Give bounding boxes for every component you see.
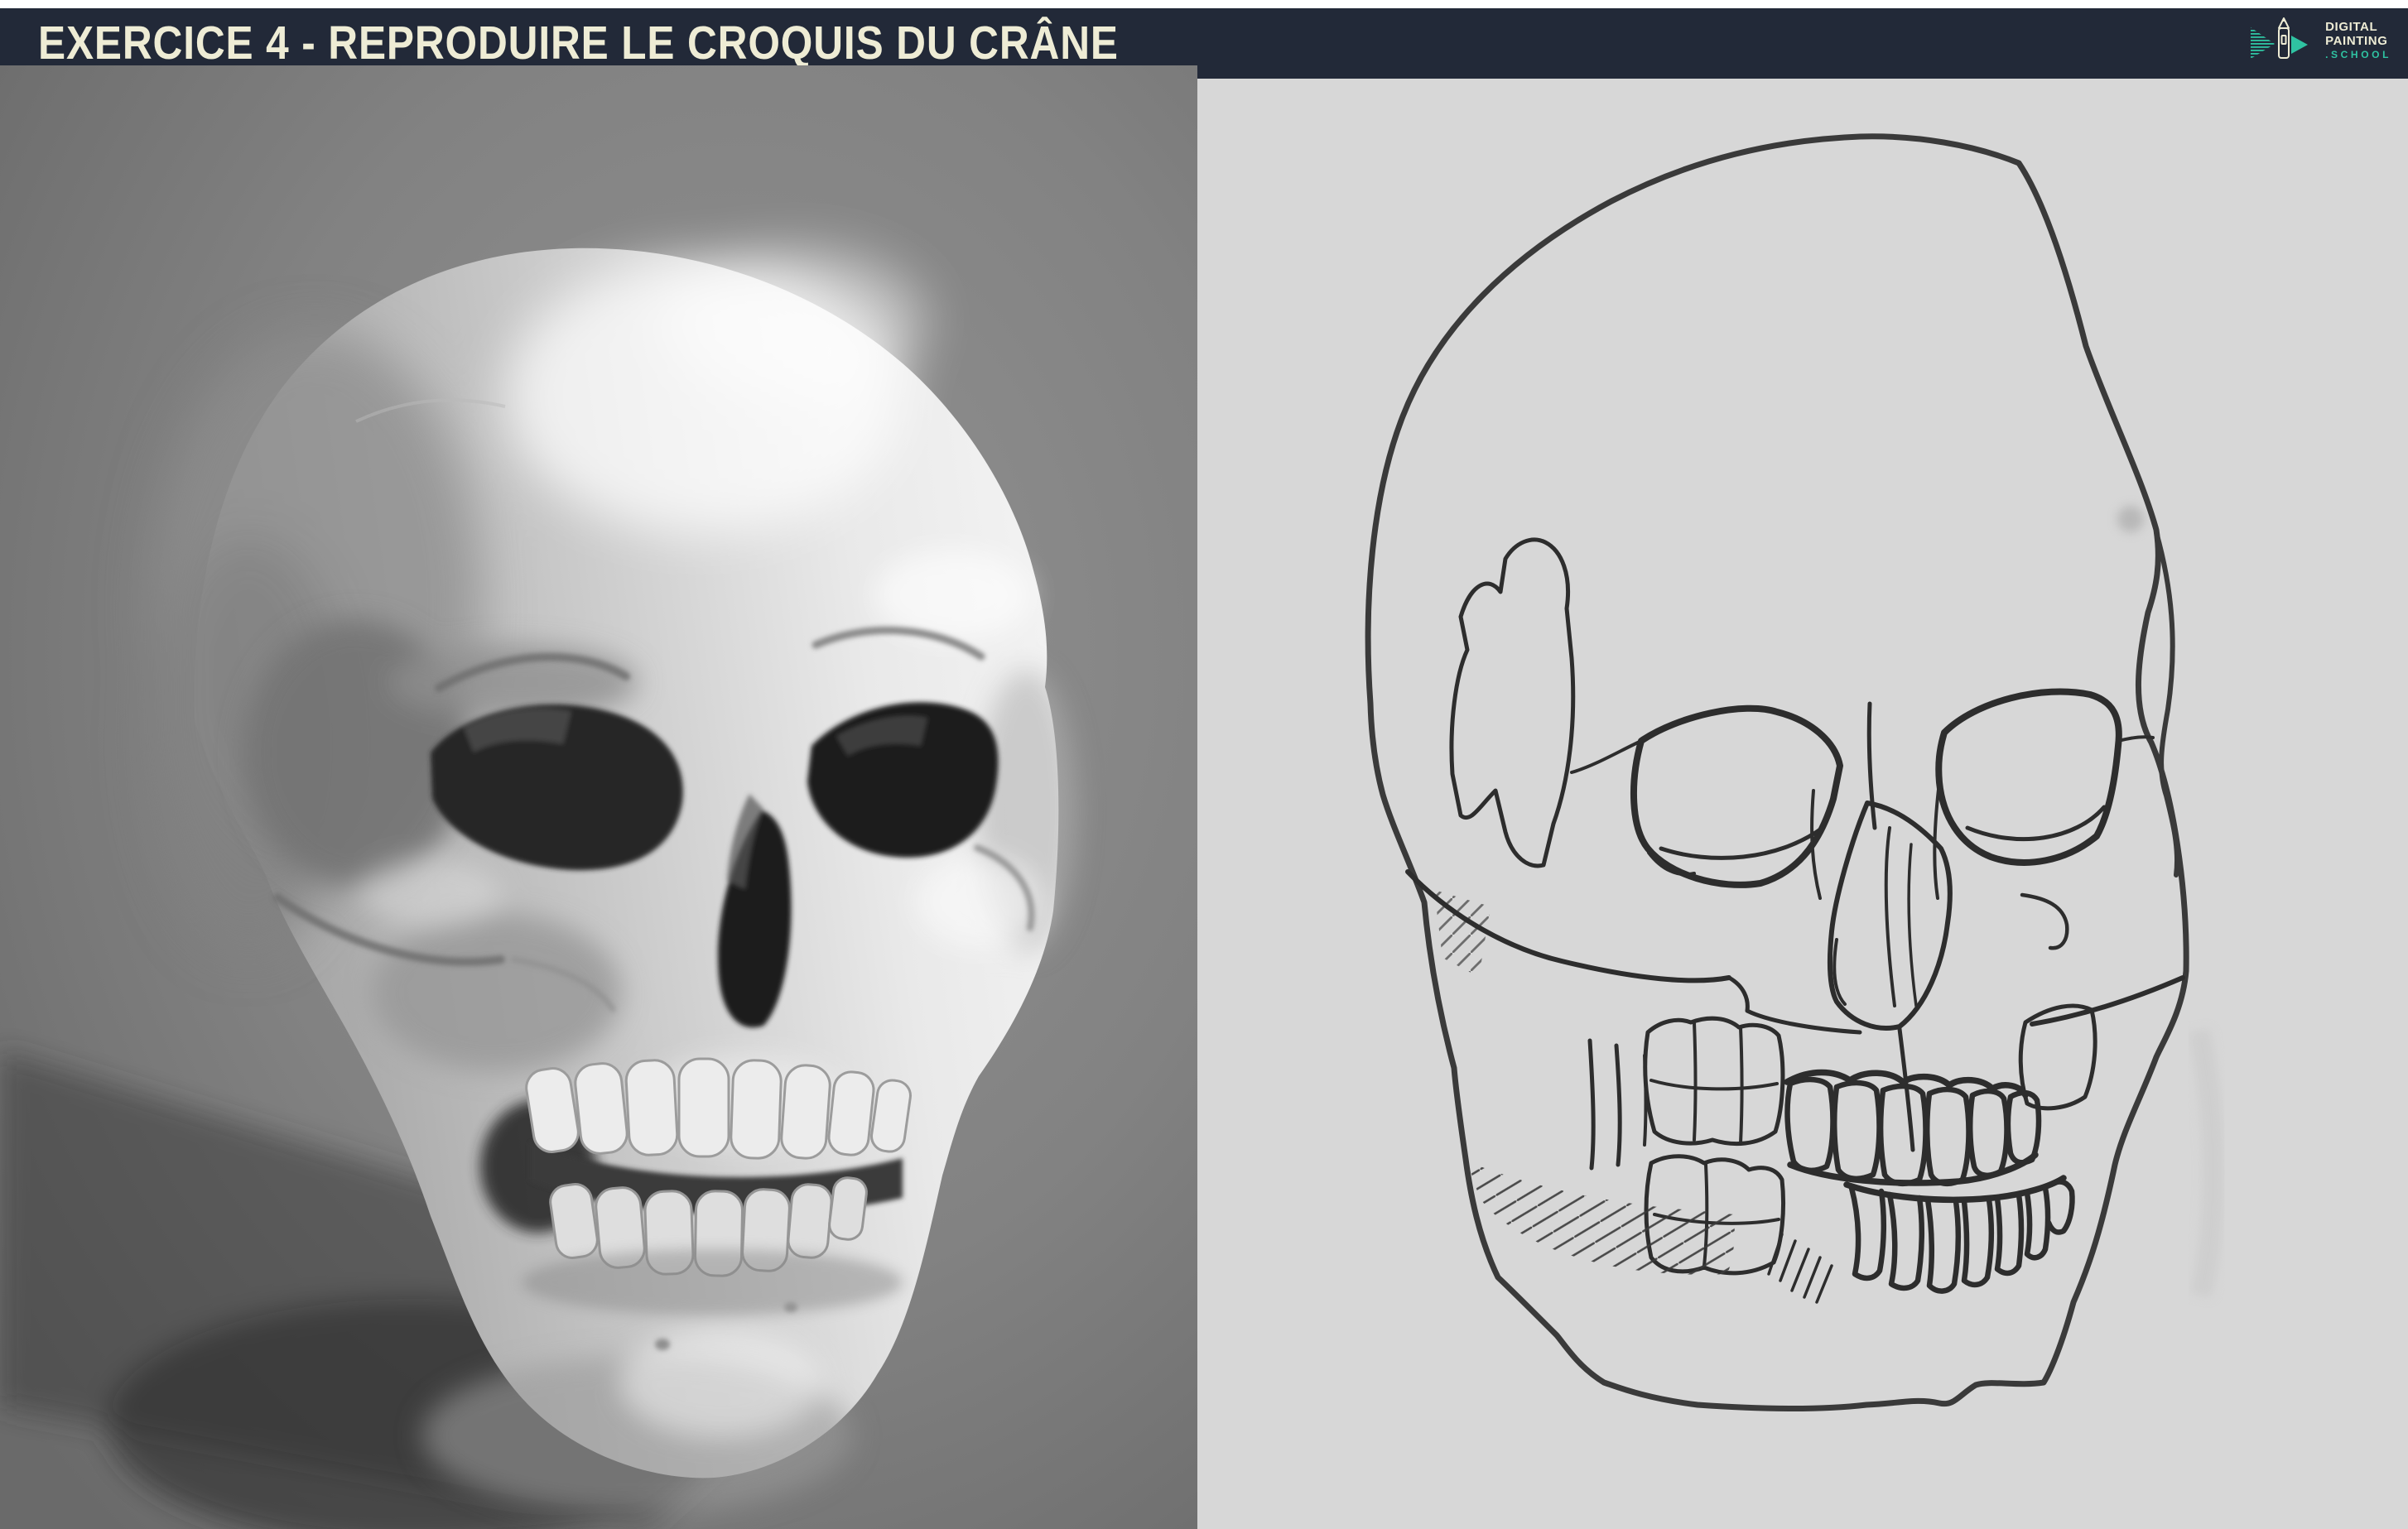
logo-word-digital: DIGITAL [2325, 21, 2391, 34]
exercise-slide: { "header": { "title": "EXERCICE 4 - REP… [0, 0, 2408, 1529]
skull-front-sketch [1197, 79, 2408, 1529]
logo-word-painting: PAINTING [2325, 35, 2391, 48]
temple-hatch-patch [1452, 540, 1573, 866]
jaw-hatch [1467, 1161, 1735, 1275]
upper-teeth [524, 1059, 913, 1160]
page-title: EXERCICE 4 - REPRODUIRE LE CROQUIS DU CR… [38, 16, 1119, 70]
skull-sketch-figure [1197, 79, 2408, 1529]
right-eye-socket-sketch [1938, 692, 2119, 863]
eye-sockets-sketch [1572, 692, 2153, 885]
pen-stylus-icon [2248, 16, 2319, 65]
logo-word-school: .SCHOOL [2325, 50, 2391, 60]
skull-3d-render-figure [0, 65, 1197, 1529]
paper-shading [2199, 1031, 2213, 1296]
tooth-root-lines [1590, 1041, 1646, 1168]
smudge-mark [2117, 506, 2144, 532]
lower-teeth-sketch [1847, 1178, 2073, 1291]
cranium-outline [1368, 137, 2186, 1409]
logo-text: DIGITAL PAINTING .SCHOOL [2325, 21, 2391, 60]
chin-hatch [1769, 1234, 1832, 1302]
skull-3d-render [0, 65, 1197, 1529]
nose-sketch [1812, 704, 1950, 1150]
mouth [480, 1059, 913, 1315]
digital-painting-school-logo: DIGITAL PAINTING .SCHOOL [2248, 15, 2391, 66]
